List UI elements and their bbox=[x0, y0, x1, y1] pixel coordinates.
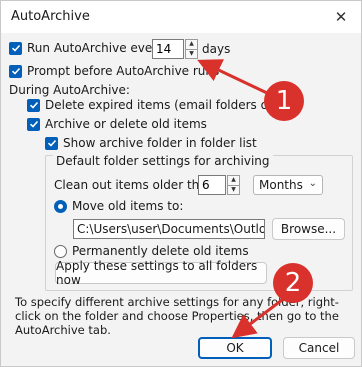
annotation-marker-1: 1 bbox=[264, 81, 304, 121]
annotation-arrow-2 bbox=[231, 295, 287, 339]
annotation-arrow-1 bbox=[197, 59, 268, 95]
annotation-marker-2: 2 bbox=[273, 263, 313, 303]
annotation-arrows bbox=[197, 59, 287, 339]
autoarchive-dialog: AutoArchive ✕ Run AutoArchive every ▲ ▼ … bbox=[0, 0, 362, 367]
